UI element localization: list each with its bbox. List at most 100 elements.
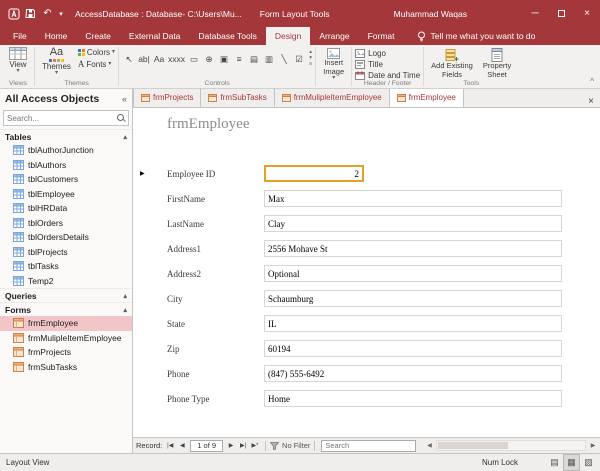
scroll-left-icon[interactable]: ◀ — [422, 442, 436, 449]
document-tab[interactable]: frmMulipleItemEmployee — [275, 88, 390, 107]
close-document-icon[interactable]: × — [582, 96, 600, 107]
nav-item-form[interactable]: frmMulipleItemEmployee — [0, 331, 132, 346]
search-icon[interactable] — [116, 113, 126, 123]
section-header-queries[interactable]: Queries ▴ — [0, 288, 132, 302]
undo-icon[interactable]: ↶ — [39, 5, 56, 22]
ribbon-tab[interactable]: Design — [266, 27, 310, 45]
ribbon-tab[interactable]: Create — [76, 27, 120, 45]
ribbon-tab[interactable]: Format — [359, 27, 404, 45]
field-label[interactable]: Zip — [167, 344, 264, 354]
nav-item-table[interactable]: tblAuthors — [0, 158, 132, 173]
ribbon-tab[interactable]: Arrange — [310, 27, 358, 45]
field-value-box[interactable]: Clay — [264, 215, 562, 232]
document-tab[interactable]: frmSubTasks — [201, 88, 274, 107]
minimize-button[interactable]: ─ — [522, 0, 548, 27]
ribbon-tab[interactable]: File — [4, 27, 36, 45]
collapse-ribbon-icon[interactable]: ^ — [590, 77, 594, 86]
nav-item-form[interactable]: frmSubTasks — [0, 360, 132, 375]
field-value-box[interactable]: Max — [264, 190, 562, 207]
ribbon-tab[interactable]: Home — [36, 27, 77, 45]
field-value-box[interactable]: Schaumburg — [264, 290, 562, 307]
select-pointer-icon[interactable]: ↖ — [122, 50, 136, 68]
design-view-button[interactable]: ▧ — [580, 454, 597, 471]
record-position-box[interactable]: 1 of 9 — [190, 440, 223, 452]
field-value-box[interactable]: 2556 Mohave St — [264, 240, 562, 257]
controls-gallery-scrollbar[interactable]: ▴ ▾ ≡ — [309, 46, 312, 67]
ribbon-tab[interactable]: External Data — [120, 27, 190, 45]
shutter-bar-icon[interactable]: « — [122, 94, 127, 104]
chart-icon[interactable]: ▥ — [262, 50, 276, 68]
document-tab[interactable]: frmEmployee — [390, 88, 464, 107]
themes-button[interactable]: Aa Themes ▾ — [38, 46, 75, 77]
button-icon[interactable]: xxxx — [167, 50, 186, 68]
field-label[interactable]: Address1 — [167, 244, 264, 254]
first-record-button[interactable]: |◀ — [164, 442, 176, 449]
field-label[interactable]: Phone — [167, 369, 264, 379]
fonts-button[interactable]: A Fonts ▾ — [78, 59, 115, 69]
next-record-button[interactable]: ▶ — [225, 442, 237, 449]
field-value-box[interactable]: 60194 — [264, 340, 562, 357]
navigation-control-icon[interactable]: ≡ — [232, 50, 246, 68]
field-label[interactable]: FirstName — [167, 194, 264, 204]
last-record-button[interactable]: ▶| — [237, 442, 249, 449]
field-label[interactable]: State — [167, 319, 264, 329]
date-time-button[interactable]: Date and Time — [355, 71, 420, 80]
logo-button[interactable]: Logo — [355, 49, 386, 58]
save-icon[interactable] — [22, 5, 39, 22]
field-label[interactable]: Employee ID — [167, 169, 264, 179]
field-value-box[interactable]: Home — [264, 390, 562, 407]
gallery-more-icon[interactable]: ≡ — [309, 61, 312, 67]
maximize-button[interactable] — [548, 0, 574, 27]
tell-me-box[interactable]: Tell me what you want to do — [417, 27, 535, 45]
qat-dropdown-icon[interactable]: ▾ — [56, 5, 66, 22]
close-button[interactable]: × — [574, 0, 600, 27]
field-label[interactable]: LastName — [167, 219, 264, 229]
nav-item-table[interactable]: tblTasks — [0, 259, 132, 274]
section-header-forms[interactable]: Forms ▴ — [0, 302, 132, 316]
scroll-right-icon[interactable]: ▶ — [586, 442, 600, 449]
tab-control-icon[interactable]: ▭ — [187, 50, 201, 68]
scrollbar-thumb[interactable] — [438, 442, 508, 449]
nav-item-table[interactable]: tblAuthorJunction — [0, 143, 132, 158]
app-icon[interactable] — [5, 5, 22, 22]
previous-record-button[interactable]: ◀ — [176, 442, 188, 449]
label-icon[interactable]: Aa — [152, 50, 166, 68]
view-button[interactable]: View ▾ — [5, 46, 31, 75]
horizontal-scrollbar[interactable]: ◀ ▶ — [422, 438, 600, 454]
text-box-icon[interactable]: ab| — [137, 50, 151, 68]
form-header-title[interactable]: frmEmployee — [167, 116, 249, 133]
record-search-input[interactable] — [321, 440, 416, 452]
nav-item-form[interactable]: frmProjects — [0, 345, 132, 360]
nav-item-table[interactable]: tblOrders — [0, 216, 132, 231]
nav-item-table[interactable]: tblEmployee — [0, 187, 132, 202]
field-label[interactable]: Phone Type — [167, 394, 264, 404]
form-view-button[interactable]: ▤ — [546, 454, 563, 471]
add-existing-fields-button[interactable]: Add Existing Fields — [427, 46, 477, 81]
nav-item-form[interactable]: frmEmployee — [0, 316, 132, 331]
user-account[interactable]: Muhammad Waqas — [394, 9, 467, 19]
new-record-button[interactable]: ▶* — [249, 442, 261, 449]
section-header-tables[interactable]: Tables ▴ — [0, 129, 132, 143]
title-button[interactable]: Title — [355, 60, 383, 69]
nav-item-table[interactable]: tblOrdersDetails — [0, 230, 132, 245]
nav-item-table[interactable]: Temp2 — [0, 274, 132, 289]
hyperlink-icon[interactable]: ⊕ — [202, 50, 216, 68]
field-label[interactable]: City — [167, 294, 264, 304]
property-sheet-button[interactable]: Property Sheet — [479, 46, 515, 81]
line-icon[interactable]: ╲ — [277, 50, 291, 68]
field-value-box[interactable]: (847) 555-6492 — [264, 365, 562, 382]
filter-indicator[interactable]: No Filter — [270, 441, 310, 450]
search-input[interactable] — [4, 114, 116, 123]
field-value-box[interactable]: IL — [264, 315, 562, 332]
field-label[interactable]: Address2 — [167, 269, 264, 279]
document-tab[interactable]: frmProjects — [133, 88, 201, 107]
nav-item-table[interactable]: tblHRData — [0, 201, 132, 216]
record-selector-icon[interactable]: ▶ — [140, 170, 145, 177]
check-box-icon[interactable]: ☑ — [292, 50, 306, 68]
field-value-box[interactable]: 2 — [264, 165, 364, 182]
combo-box-icon[interactable]: ▤ — [247, 50, 261, 68]
colors-button[interactable]: Colors ▾ — [78, 48, 115, 57]
layout-view-button[interactable]: ▦ — [563, 454, 580, 471]
field-value-box[interactable]: Optional — [264, 265, 562, 282]
scrollbar-track[interactable] — [436, 440, 586, 451]
